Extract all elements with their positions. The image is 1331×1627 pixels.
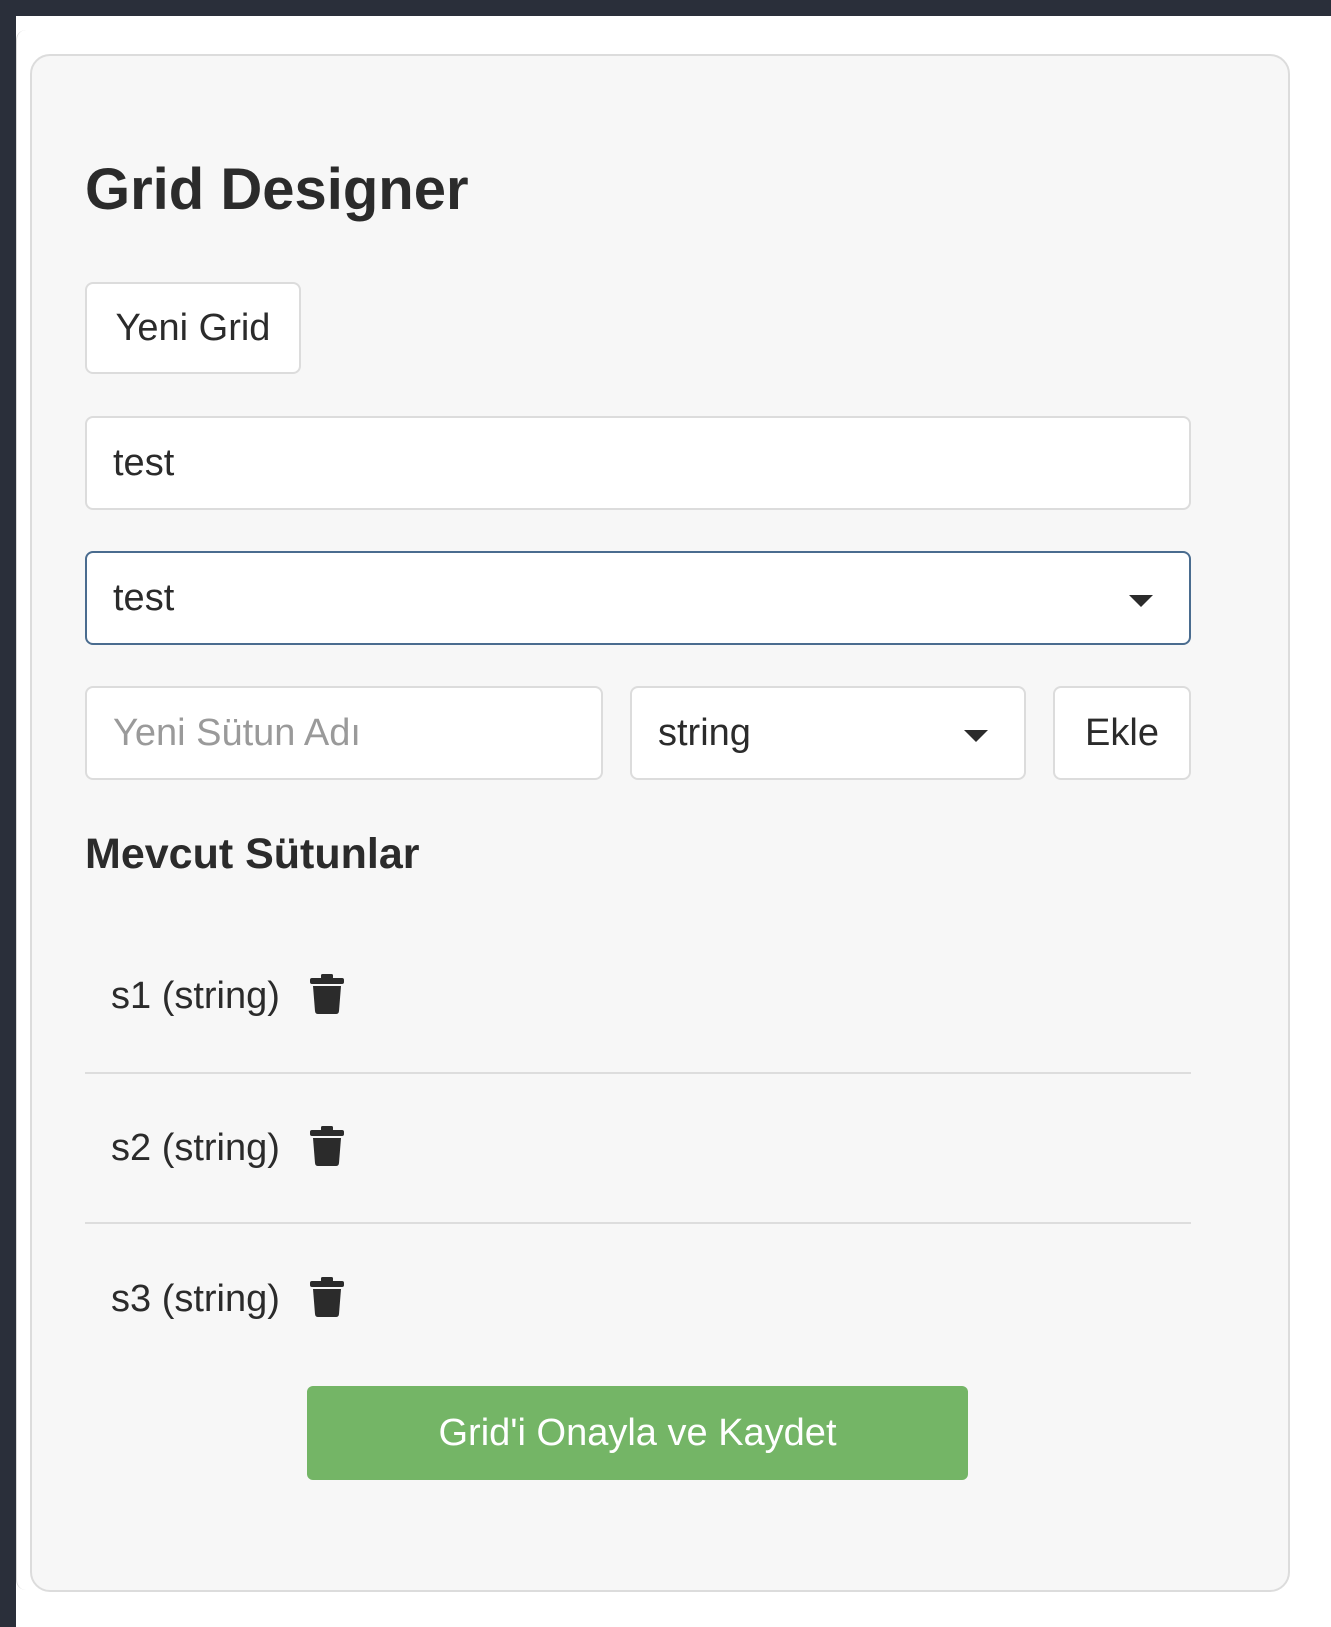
new-column-name-input[interactable]: Yeni Sütun Adı bbox=[85, 686, 603, 780]
column-type-select[interactable]: string bbox=[630, 686, 1026, 780]
list-item: s3 (string) bbox=[85, 1224, 1191, 1374]
grid-name-value: test bbox=[113, 441, 175, 484]
add-column-button[interactable]: Ekle bbox=[1053, 686, 1191, 780]
column-type-value: string bbox=[658, 711, 751, 754]
new-column-placeholder: Yeni Sütun Adı bbox=[113, 711, 361, 754]
column-label: s2 (string) bbox=[111, 1126, 280, 1169]
column-label: s3 (string) bbox=[111, 1277, 280, 1320]
save-grid-button[interactable]: Grid'i Onayla ve Kaydet bbox=[307, 1386, 968, 1480]
column-label: s1 (string) bbox=[111, 974, 280, 1017]
trash-icon[interactable] bbox=[309, 1277, 344, 1321]
list-item: s2 (string) bbox=[85, 1074, 1191, 1224]
grid-select[interactable]: test bbox=[85, 551, 1191, 645]
chevron-down-icon bbox=[1129, 595, 1153, 607]
chevron-down-icon bbox=[964, 730, 988, 742]
grid-select-value: test bbox=[113, 576, 175, 619]
trash-icon[interactable] bbox=[309, 974, 344, 1018]
window-top-edge bbox=[0, 0, 1331, 16]
columns-heading: Mevcut Sütunlar bbox=[85, 830, 420, 878]
list-item: s1 (string) bbox=[85, 920, 1191, 1074]
window-left-edge bbox=[0, 0, 16, 1627]
new-grid-button[interactable]: Yeni Grid bbox=[85, 282, 301, 374]
background-panel-edge bbox=[16, 30, 29, 1590]
grid-name-input[interactable]: test bbox=[85, 416, 1191, 510]
trash-icon[interactable] bbox=[309, 1126, 344, 1170]
column-list: s1 (string) s2 (string) s3 (string) bbox=[85, 920, 1191, 1374]
page-title: Grid Designer bbox=[85, 157, 469, 222]
